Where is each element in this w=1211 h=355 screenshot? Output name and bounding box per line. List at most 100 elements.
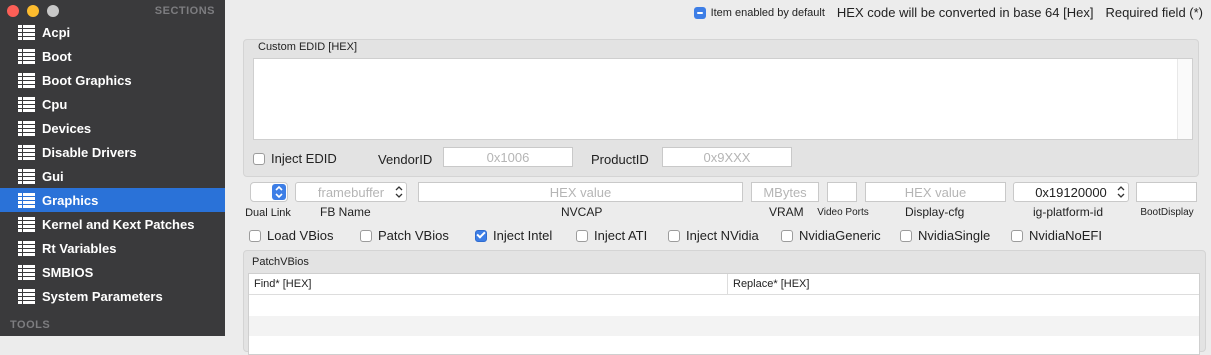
list-icon	[18, 192, 35, 208]
boot-display-input[interactable]	[1136, 182, 1197, 202]
list-icon	[18, 168, 35, 184]
inject-intel-checkbox[interactable]: Inject Intel	[475, 228, 552, 243]
nvidia-single-box[interactable]	[900, 229, 912, 242]
nvcap-label: NVCAP	[561, 205, 603, 219]
item-enabled-note: Item enabled by default	[710, 6, 825, 19]
sidebar-item-label: Boot Graphics	[42, 72, 132, 88]
nvidia-no-efi-checkbox[interactable]: NvidiaNoEFI	[1011, 228, 1102, 243]
list-icon	[18, 72, 35, 88]
fb-name-stepper[interactable]	[393, 183, 404, 201]
hex-note: HEX code will be converted in base 64 [H…	[836, 5, 1094, 20]
inject-edid-checkbox[interactable]: Inject EDID	[253, 151, 337, 166]
nvidia-single-label: NvidiaSingle	[918, 228, 991, 243]
nvidia-generic-label: NvidiaGeneric	[799, 228, 881, 243]
sidebar-item-disable-drivers[interactable]: Disable Drivers	[0, 140, 225, 164]
inject-intel-box[interactable]	[475, 229, 487, 242]
inject-ati-checkbox[interactable]: Inject ATI	[576, 228, 647, 243]
inject-nvidia-box[interactable]	[668, 229, 680, 242]
sidebar-item-devices[interactable]: Devices	[0, 116, 225, 140]
patch-vbios-panel: PatchVBios Find* [HEX] Replace* [HEX]	[243, 250, 1206, 355]
custom-edid-textarea[interactable]	[253, 58, 1193, 140]
list-icon	[18, 24, 35, 40]
dual-link-popup[interactable]	[250, 182, 288, 202]
sidebar-item-label: Acpi	[42, 24, 71, 40]
sidebar-item-graphics[interactable]: Graphics	[0, 188, 225, 212]
inject-nvidia-label: Inject NVidia	[686, 228, 759, 243]
load-vbios-box[interactable]	[249, 229, 261, 242]
zoom-button[interactable]	[47, 5, 59, 17]
fb-name-input[interactable]: framebuffer	[295, 182, 407, 202]
list-icon	[18, 216, 35, 232]
ig-platform-id-label: ig-platform-id	[1033, 205, 1104, 219]
inject-ati-box[interactable]	[576, 229, 588, 242]
patch-vbios-table[interactable]: Find* [HEX] Replace* [HEX]	[248, 273, 1200, 355]
sidebar-item-gui[interactable]: Gui	[0, 164, 225, 188]
nvcap-input[interactable]: HEX value	[418, 182, 743, 202]
sidebar-item-label: Kernel and Kext Patches	[42, 216, 195, 232]
display-cfg-label: Display-cfg	[905, 205, 965, 219]
nvidia-generic-box[interactable]	[781, 229, 793, 242]
list-icon	[18, 264, 35, 280]
inject-ati-label: Inject ATI	[594, 228, 648, 243]
sidebar-item-label: Gui	[42, 168, 64, 184]
header-divider	[249, 294, 1199, 295]
list-icon	[18, 120, 35, 136]
sidebar-item-label: Graphics	[42, 192, 99, 208]
nvidia-no-efi-box[interactable]	[1011, 229, 1023, 242]
product-id-input[interactable]: 0x9XXX	[662, 147, 792, 167]
sidebar-item-label: System Parameters	[42, 288, 163, 304]
vendor-id-input[interactable]: 0x1006	[443, 147, 573, 167]
inject-edid-box[interactable]	[253, 152, 265, 165]
sidebar-item-boot-graphics[interactable]: Boot Graphics	[0, 68, 225, 92]
nvidia-no-efi-label: NvidiaNoEFI	[1029, 228, 1102, 243]
column-header-replace[interactable]: Replace* [HEX]	[728, 274, 1199, 294]
sidebar-item-smbios[interactable]: SMBIOS	[0, 260, 225, 284]
inject-intel-label: Inject Intel	[493, 228, 553, 243]
product-id-label: ProductID	[591, 152, 649, 167]
list-icon	[18, 288, 35, 304]
video-ports-input[interactable]	[827, 182, 857, 202]
sidebar-item-label: Cpu	[42, 96, 68, 112]
nvidia-single-checkbox[interactable]: NvidiaSingle	[900, 228, 990, 243]
close-button[interactable]	[7, 5, 19, 17]
display-cfg-input[interactable]: HEX value	[865, 182, 1006, 202]
sidebar-item-label: SMBIOS	[42, 264, 94, 280]
sidebar-item-kernel-kext-patches[interactable]: Kernel and Kext Patches	[0, 212, 225, 236]
column-header-find[interactable]: Find* [HEX]	[249, 274, 728, 294]
sections-heading: SECTIONS	[154, 5, 215, 17]
video-ports-label: Video Ports	[817, 207, 869, 218]
list-icon	[18, 96, 35, 112]
nvidia-generic-checkbox[interactable]: NvidiaGeneric	[781, 228, 881, 243]
sidebar-item-boot[interactable]: Boot	[0, 44, 225, 68]
inject-nvidia-checkbox[interactable]: Inject NVidia	[668, 228, 759, 243]
sidebar-item-acpi[interactable]: Acpi	[0, 20, 225, 44]
required-note: Required field (*)	[1105, 5, 1203, 20]
sidebar-item-rt-variables[interactable]: Rt Variables	[0, 236, 225, 260]
list-icon	[18, 48, 35, 64]
boot-display-label: BootDisplay	[1140, 207, 1194, 218]
sidebar-item-label: Devices	[42, 120, 92, 136]
table-row[interactable]	[249, 316, 1199, 336]
fb-name-label: FB Name	[320, 205, 371, 219]
ig-platform-id-stepper[interactable]	[1115, 183, 1126, 201]
sidebar-item-label: Rt Variables	[42, 240, 117, 256]
custom-edid-panel: Custom EDID [HEX] Inject EDID VendorID 0…	[243, 39, 1199, 177]
load-vbios-label: Load VBios	[267, 228, 334, 243]
vram-input[interactable]: MBytes	[751, 182, 819, 202]
minimize-button[interactable]	[27, 5, 39, 17]
sidebar-list: Acpi Boot Boot Graphics Cpu Devices Disa…	[0, 20, 225, 308]
dual-link-label: Dual Link	[245, 207, 291, 219]
sidebar-item-system-parameters[interactable]: System Parameters	[0, 284, 225, 308]
sidebar-item-label: Boot	[42, 48, 72, 64]
load-vbios-checkbox[interactable]: Load VBios	[249, 228, 334, 243]
patch-vbios-box[interactable]	[360, 229, 372, 242]
sidebar-item-cpu[interactable]: Cpu	[0, 92, 225, 116]
ig-platform-id-input[interactable]: 0x19120000	[1013, 182, 1129, 202]
patch-vbios-checkbox[interactable]: Patch VBios	[360, 228, 449, 243]
list-icon	[18, 240, 35, 256]
dual-link-popup-arrow[interactable]	[272, 184, 286, 200]
edid-scrollbar[interactable]	[1177, 59, 1192, 139]
custom-edid-title: Custom EDID [HEX]	[258, 41, 358, 53]
list-icon	[18, 144, 35, 160]
chevron-updown-icon	[1117, 186, 1124, 198]
